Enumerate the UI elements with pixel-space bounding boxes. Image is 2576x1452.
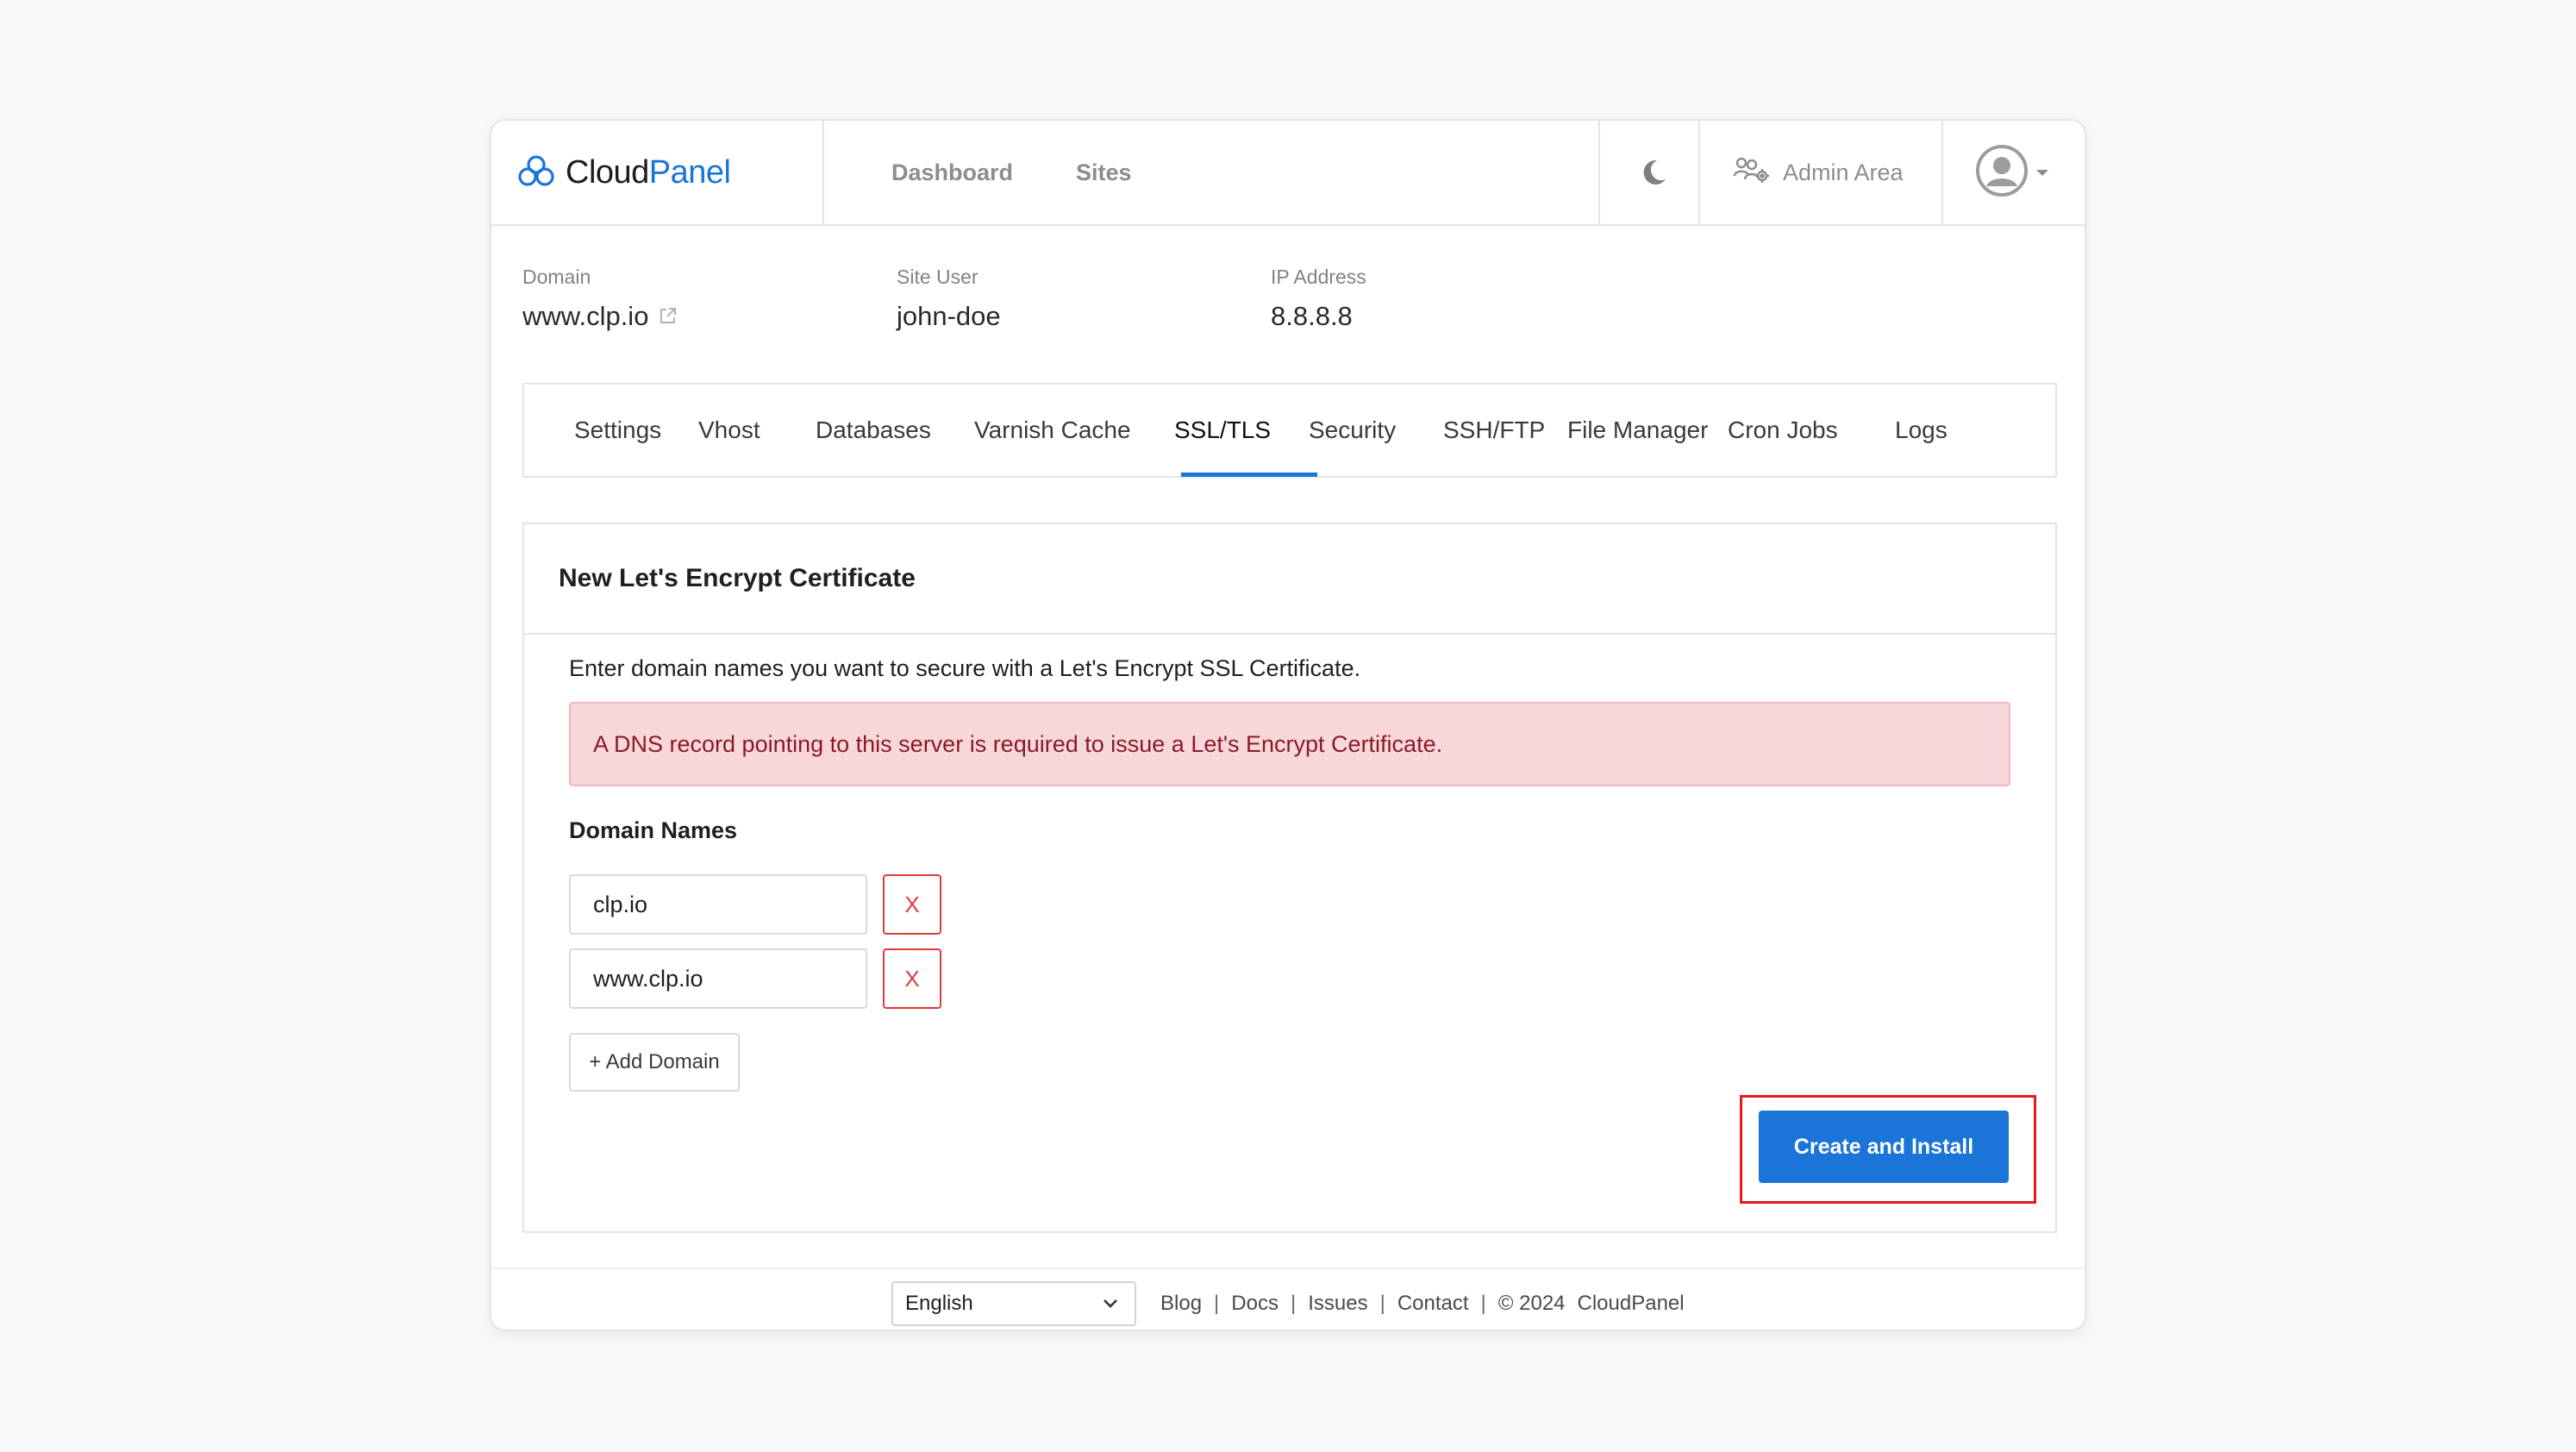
footer-link-issues[interactable]: Issues — [1308, 1292, 1367, 1316]
chevron-down-icon — [2036, 169, 2048, 176]
meta-site-user-value: john-doe — [897, 301, 1001, 331]
meta-domain-label: Domain — [522, 266, 591, 288]
domain-names-label: Domain Names — [569, 817, 738, 843]
language-select-value: English — [905, 1292, 973, 1315]
tab-varnish-cache[interactable]: Varnish Cache — [974, 385, 1131, 476]
header-divider — [1698, 121, 1700, 224]
meta-ip: IP Address 8.8.8.8 — [1271, 266, 1366, 332]
footer-link-docs[interactable]: Docs — [1231, 1292, 1279, 1316]
header-divider — [1941, 121, 1943, 224]
footer: English Blog | Docs | Issues | Contact |… — [491, 1267, 2085, 1330]
user-avatar-icon — [1976, 144, 2028, 201]
create-and-install-button[interactable]: Create and Install — [1759, 1111, 2009, 1183]
remove-domain-button[interactable]: X — [883, 874, 941, 935]
footer-link-blog[interactable]: Blog — [1160, 1292, 1202, 1316]
footer-separator: | — [1379, 1292, 1385, 1315]
top-header: CloudPanel Dashboard Sites Admin Area — [491, 121, 2085, 226]
header-divider — [822, 121, 824, 224]
domain-input-1[interactable] — [569, 874, 867, 935]
tab-ssh-ftp[interactable]: SSH/FTP — [1443, 385, 1545, 476]
meta-site-user-label: Site User — [897, 266, 979, 288]
meta-domain-value: www.clp.io — [522, 301, 678, 332]
tab-settings[interactable]: Settings — [574, 385, 661, 476]
footer-separator: | — [1290, 1292, 1297, 1315]
meta-site-user: Site User john-doe — [897, 266, 1001, 332]
tab-cron-jobs[interactable]: Cron Jobs — [1728, 385, 1838, 476]
tab-databases[interactable]: Databases — [816, 385, 931, 476]
tab-ssl-tls[interactable]: SSL/TLS — [1174, 385, 1271, 476]
chevron-down-icon — [1102, 1292, 1119, 1316]
tab-file-manager[interactable]: File Manager — [1567, 385, 1708, 476]
tab-vhost[interactable]: Vhost — [698, 385, 760, 476]
header-divider — [1598, 121, 1600, 224]
nav-sites[interactable]: Sites — [1076, 121, 1132, 224]
dns-alert: A DNS record pointing to this server is … — [569, 702, 2010, 786]
active-tab-indicator — [1181, 473, 1317, 477]
card-title: New Let's Encrypt Certificate — [524, 524, 2055, 635]
footer-separator: | — [1214, 1292, 1220, 1315]
certificate-card: New Let's Encrypt Certificate Enter doma… — [522, 523, 2057, 1233]
card-intro-text: Enter domain names you want to secure wi… — [569, 655, 1361, 681]
users-gear-icon — [1733, 155, 1771, 191]
external-link-icon[interactable] — [659, 301, 678, 332]
user-menu[interactable] — [1976, 144, 2048, 201]
language-select[interactable]: English — [891, 1281, 1136, 1326]
site-tabs: Settings Vhost Databases Varnish Cache S… — [522, 383, 2057, 478]
meta-ip-label: IP Address — [1271, 266, 1366, 288]
domain-input-2[interactable] — [569, 948, 867, 1009]
cloud-icon — [517, 153, 555, 192]
meta-domain: Domain www.clp.io — [522, 266, 678, 332]
footer-links: Blog | Docs | Issues | Contact | © 2024 … — [1160, 1281, 1685, 1326]
add-domain-button[interactable]: + Add Domain — [569, 1033, 740, 1092]
logo-text: CloudPanel — [566, 154, 731, 191]
footer-copyright: © 2024 — [1497, 1292, 1566, 1315]
footer-link-contact[interactable]: Contact — [1397, 1292, 1469, 1316]
app-window: CloudPanel Dashboard Sites Admin Area Do… — [490, 119, 2086, 1331]
admin-area-label: Admin Area — [1783, 159, 1904, 185]
tab-logs[interactable]: Logs — [1895, 385, 1948, 476]
remove-domain-button[interactable]: X — [883, 948, 941, 1009]
nav-dashboard[interactable]: Dashboard — [891, 121, 1013, 224]
domain-link[interactable]: www.clp.io — [522, 301, 648, 332]
brand-name-part2: Panel — [648, 153, 731, 191]
footer-company-link[interactable]: CloudPanel — [1578, 1292, 1685, 1316]
brand-name-part1: Cloud — [566, 153, 649, 191]
meta-ip-value: 8.8.8.8 — [1271, 301, 1353, 331]
admin-area-link[interactable]: Admin Area — [1733, 121, 1904, 224]
moon-icon[interactable] — [1636, 155, 1671, 190]
logo[interactable]: CloudPanel — [517, 121, 731, 224]
footer-separator: | — [1480, 1292, 1486, 1315]
tab-security[interactable]: Security — [1309, 385, 1396, 476]
